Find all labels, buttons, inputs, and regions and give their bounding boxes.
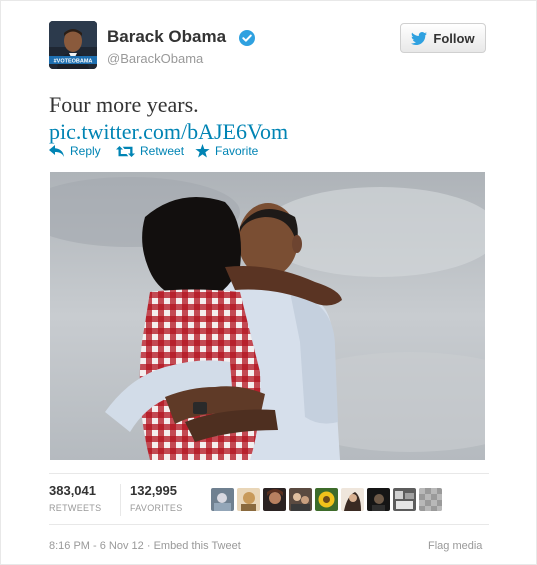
retweet-icon: [116, 145, 135, 158]
favoriter-avatar[interactable]: [341, 488, 364, 511]
favorites-count: 132,995: [130, 483, 177, 498]
favoriter-avatar[interactable]: [315, 488, 338, 511]
tweet-header: #VOTEOBAMA Barack Obama @BarackObama Fol…: [49, 21, 489, 77]
retweet-label: Retweet: [140, 144, 185, 158]
retweets-label: RETWEETS: [49, 503, 102, 513]
favoriter-avatar[interactable]: [393, 488, 416, 511]
tweet-media-link[interactable]: pic.twitter.com/bAJE6Vom: [49, 118, 288, 145]
favoriter-avatar[interactable]: [211, 488, 234, 511]
favoriter-avatar[interactable]: [289, 488, 312, 511]
user-name[interactable]: Barack Obama: [107, 27, 226, 47]
tweet-media-photo[interactable]: [50, 172, 485, 460]
favoriter-avatar[interactable]: [367, 488, 390, 511]
favoriter-avatar[interactable]: [237, 488, 260, 511]
tweet-timestamp[interactable]: 8:16 PM - 6 Nov 12: [49, 540, 144, 552]
tweet-footer: 8:16 PM - 6 Nov 12 · Embed this Tweet: [49, 540, 241, 552]
stats-separator: [120, 484, 121, 516]
favorites-label: FAVORITES: [130, 503, 183, 513]
follow-label: Follow: [433, 30, 475, 46]
reply-action[interactable]: Reply: [49, 144, 101, 158]
tweet-text: Four more years.: [49, 92, 199, 117]
bird-icon: [411, 31, 428, 45]
user-handle[interactable]: @BarackObama: [107, 51, 203, 66]
tweet-card: #VOTEOBAMA Barack Obama @BarackObama Fol…: [0, 0, 537, 565]
follow-button[interactable]: Follow: [400, 23, 486, 53]
embed-tweet-link[interactable]: Embed this Tweet: [154, 540, 241, 552]
footer-separator: ·: [143, 540, 154, 552]
favorite-action[interactable]: Favorite: [195, 144, 258, 158]
favoriter-avatar[interactable]: [419, 488, 442, 511]
stats-divider-bottom: [49, 524, 489, 525]
flag-media-link[interactable]: Flag media: [428, 540, 482, 552]
verified-badge-icon: [239, 30, 255, 46]
favorite-label: Favorite: [215, 144, 259, 158]
retweets-stat[interactable]: 383,041 RETWEETS: [49, 483, 101, 513]
favoriter-avatar[interactable]: [263, 488, 286, 511]
reply-label: Reply: [70, 144, 101, 158]
stats-divider-top: [49, 473, 489, 474]
retweet-action[interactable]: Retweet: [116, 144, 184, 158]
retweets-count: 383,041: [49, 483, 96, 498]
star-icon: [195, 144, 210, 158]
avatar[interactable]: #VOTEOBAMA: [49, 21, 97, 69]
avatar-caption: #VOTEOBAMA: [54, 59, 93, 65]
reply-icon: [49, 145, 65, 157]
favorites-stat[interactable]: 132,995 FAVORITES: [130, 483, 183, 513]
